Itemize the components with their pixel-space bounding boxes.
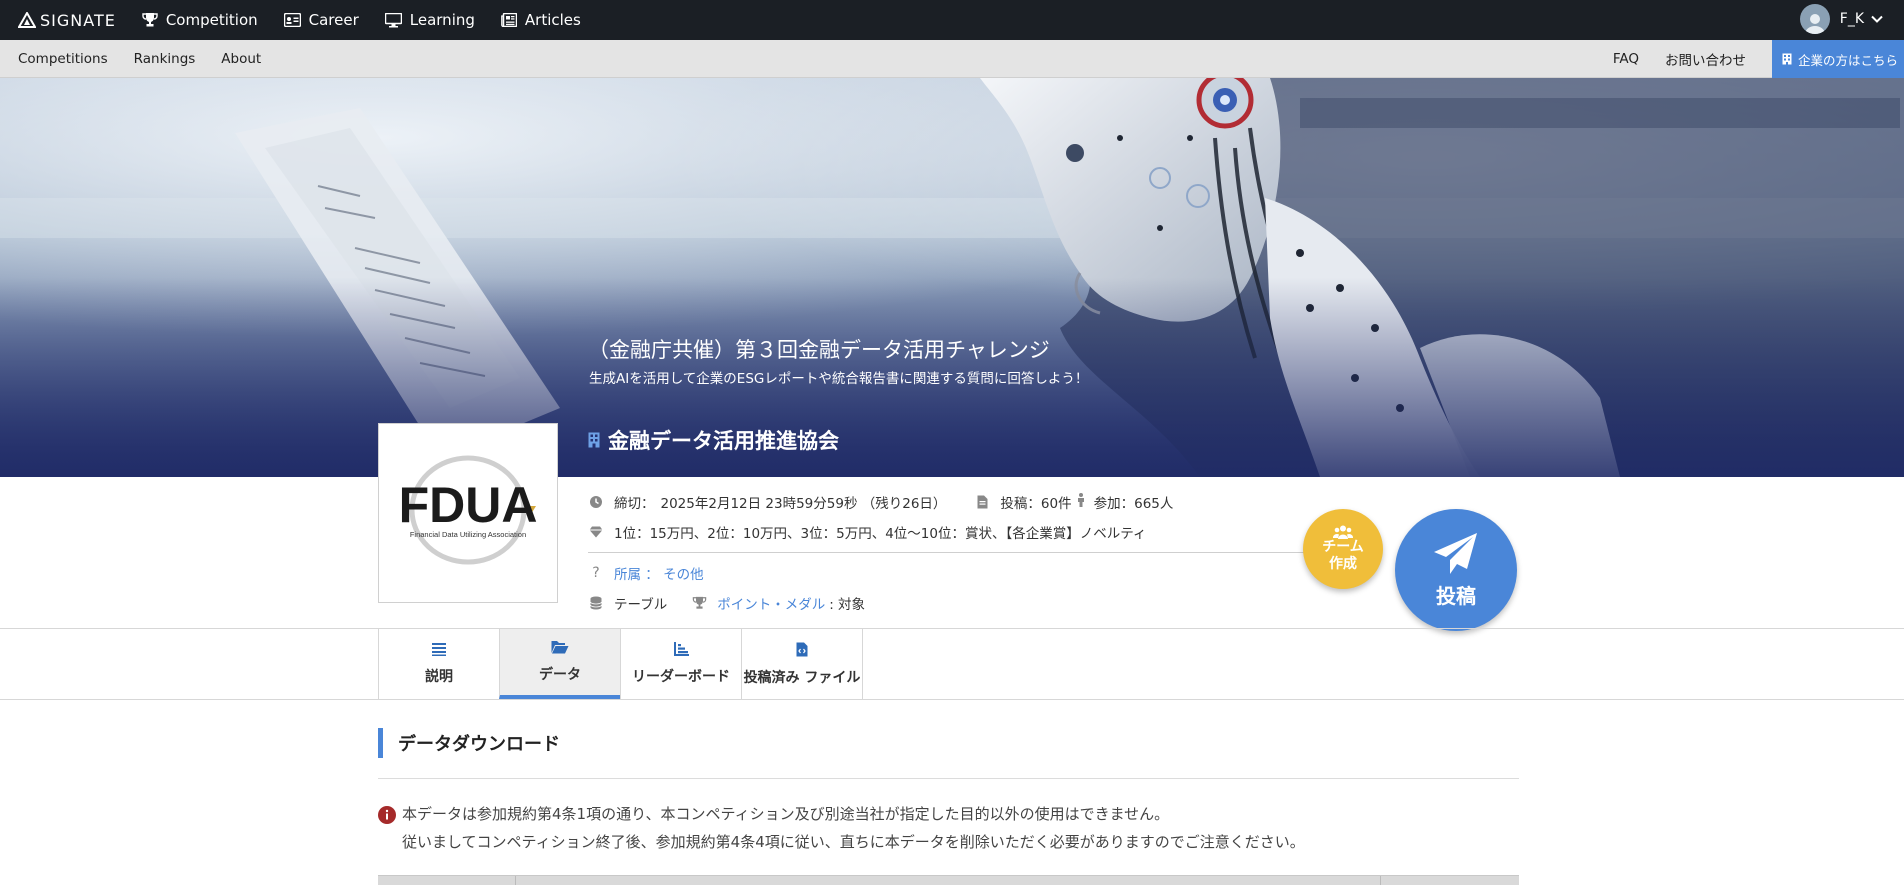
chevron-down-icon bbox=[1871, 15, 1883, 23]
signate-triangle-icon bbox=[18, 12, 36, 28]
competition-subtitle: 生成AIを活用して企業のESGレポートや統合報告書に関連する質問に回答しよう！ bbox=[589, 371, 1089, 387]
person-icon bbox=[1076, 493, 1086, 511]
nav-competition-label: Competition bbox=[165, 11, 258, 29]
subnav-competitions[interactable]: Competitions bbox=[18, 51, 108, 67]
submission-count: 投稿：60件 bbox=[1000, 496, 1072, 512]
competition-title: （金融庁共催）第３回金融データ活用チャレンジ bbox=[588, 338, 1050, 362]
usage-notice: 本データは参加規約第4条1項の通り、本コンペティション及び別途当社が指定した目的… bbox=[378, 800, 1305, 856]
nav-learning-label: Learning bbox=[409, 11, 475, 29]
username: F_K bbox=[1839, 11, 1864, 27]
nav-career-label: Career bbox=[308, 11, 359, 29]
nav-articles-label: Articles bbox=[524, 11, 581, 29]
deadline-value: 2025年2月12日 23時59分59秒 （残り26日） bbox=[660, 496, 947, 512]
organizer-logo: FDUA Financial Data Utilizing Associatio… bbox=[378, 423, 558, 603]
nav-competition[interactable]: Competition bbox=[142, 11, 258, 29]
section-divider bbox=[378, 778, 1519, 779]
points-medal-link[interactable]: ポイント・メダル bbox=[717, 593, 825, 613]
create-team-label-1: チーム bbox=[1322, 539, 1364, 555]
database-icon bbox=[588, 596, 604, 610]
tabs-end-border bbox=[862, 629, 863, 699]
user-silhouette-icon bbox=[1804, 14, 1825, 34]
clock-icon bbox=[588, 495, 604, 509]
organizer-name: 金融データ活用推進協会 bbox=[608, 429, 839, 453]
question-icon: ? bbox=[592, 565, 600, 581]
alert-circle-icon bbox=[378, 805, 396, 833]
notice-line-1: 本データは参加規約第4条1項の通り、本コンペティション及び別途当社が指定した目的… bbox=[402, 805, 1170, 823]
tab-submitted-files-label: 投稿済み ファイル bbox=[743, 669, 861, 686]
building-icon bbox=[1782, 53, 1792, 65]
id-card-icon bbox=[283, 13, 301, 27]
tab-data[interactable]: データ bbox=[499, 629, 620, 699]
affiliation-row: ? 所属 ： その他 bbox=[588, 563, 704, 583]
prize-text: 1位：15万円、2位：10万円、3位：5万円、4位〜10位：賞状、【各企業賞】ノ… bbox=[614, 526, 1147, 542]
nav-career[interactable]: Career bbox=[283, 11, 359, 29]
users-icon bbox=[1333, 525, 1353, 539]
create-team-button[interactable]: チーム 作成 bbox=[1303, 509, 1383, 589]
data-type: テーブル bbox=[614, 597, 668, 613]
nav-articles[interactable]: Articles bbox=[501, 11, 581, 29]
user-menu[interactable]: F_K bbox=[1799, 4, 1884, 34]
tab-leaderboard[interactable]: リーダーボード bbox=[620, 629, 741, 699]
folder-open-icon bbox=[551, 640, 569, 658]
submit-button[interactable]: 投稿 bbox=[1395, 509, 1517, 631]
participant-count: 参加：665人 bbox=[1093, 496, 1174, 512]
nav-learning[interactable]: Learning bbox=[384, 11, 475, 29]
fdua-logo: FDUA Financial Data Utilizing Associatio… bbox=[399, 455, 538, 565]
subnav-about[interactable]: About bbox=[221, 51, 261, 67]
subnav-rankings[interactable]: Rankings bbox=[134, 51, 196, 67]
logo-caption: Financial Data Utilizing Association bbox=[410, 530, 526, 539]
affiliation-link[interactable]: 所属 ： その他 bbox=[614, 563, 704, 583]
hero-banner: （金融庁共催）第３回金融データ活用チャレンジ 生成AIを活用して企業のESGレポ… bbox=[0, 78, 1904, 477]
deadline-label: 締切： bbox=[614, 496, 655, 512]
tab-leaderboard-label: リーダーボード bbox=[632, 669, 730, 685]
trophy-icon bbox=[691, 596, 707, 610]
table-column-divider bbox=[515, 876, 516, 885]
list-icon bbox=[432, 642, 446, 660]
bar-chart-icon bbox=[673, 642, 689, 660]
corporate-button-label: 企業の方はこちら bbox=[1797, 52, 1898, 68]
file-code-icon bbox=[796, 642, 808, 661]
trophy-icon bbox=[142, 13, 158, 27]
subnav-faq[interactable]: FAQ bbox=[1613, 51, 1639, 67]
points-medal-value: : 対象 bbox=[829, 597, 866, 613]
tabs-bottom-border bbox=[0, 699, 1904, 700]
paper-plane-icon bbox=[1434, 532, 1477, 574]
attributes-row: テーブル ポイント・メダル : 対象 bbox=[588, 593, 865, 613]
data-table-header bbox=[378, 875, 1519, 885]
signate-logo[interactable]: SIGNATE bbox=[18, 11, 116, 30]
subnav-contact[interactable]: お問い合わせ bbox=[1665, 49, 1746, 69]
section-title: データダウンロード bbox=[378, 728, 560, 758]
submit-button-label: 投稿 bbox=[1436, 583, 1476, 608]
table-column-divider bbox=[1380, 876, 1381, 885]
create-team-label-2: 作成 bbox=[1329, 556, 1357, 572]
newspaper-icon bbox=[501, 13, 517, 27]
corporate-button[interactable]: 企業の方はこちら bbox=[1771, 40, 1904, 78]
tab-description[interactable]: 説明 bbox=[378, 629, 499, 699]
file-icon bbox=[974, 495, 990, 509]
logo-wordmark: FDUA bbox=[399, 477, 538, 533]
monitor-icon bbox=[384, 12, 402, 27]
notice-line-2: 従いましてコンペティション終了後、参加規約第4条4項に従い、直ちに本データを削除… bbox=[402, 833, 1305, 851]
tab-submitted-files[interactable]: 投稿済み ファイル bbox=[741, 629, 862, 699]
brand-name: SIGNATE bbox=[40, 10, 116, 30]
prize-row: 1位：15万円、2位：10万円、3位：5万円、4位〜10位：賞状、【各企業賞】ノ… bbox=[588, 522, 1146, 542]
gem-icon bbox=[588, 526, 604, 538]
info-divider bbox=[588, 552, 1328, 553]
top-navbar: SIGNATE Competition Career Learning Arti… bbox=[0, 0, 1904, 40]
tabs-top-border bbox=[0, 628, 1904, 629]
sub-navbar: Competitions Rankings About FAQ お問い合わせ 企… bbox=[0, 40, 1904, 78]
organizer[interactable]: 金融データ活用推進協会 bbox=[588, 425, 839, 455]
avatar bbox=[1799, 4, 1830, 34]
tab-description-label: 説明 bbox=[425, 669, 453, 685]
hero-background-image bbox=[0, 78, 1904, 477]
building-icon bbox=[588, 432, 600, 448]
subnav-right: FAQ お問い合わせ 企業の方はこちら bbox=[1613, 40, 1904, 78]
tab-data-label: データ bbox=[539, 667, 581, 683]
deadline-row: 締切： 2025年2月12日 23時59分59秒 （残り26日） 投稿：60件 … bbox=[588, 492, 1173, 512]
